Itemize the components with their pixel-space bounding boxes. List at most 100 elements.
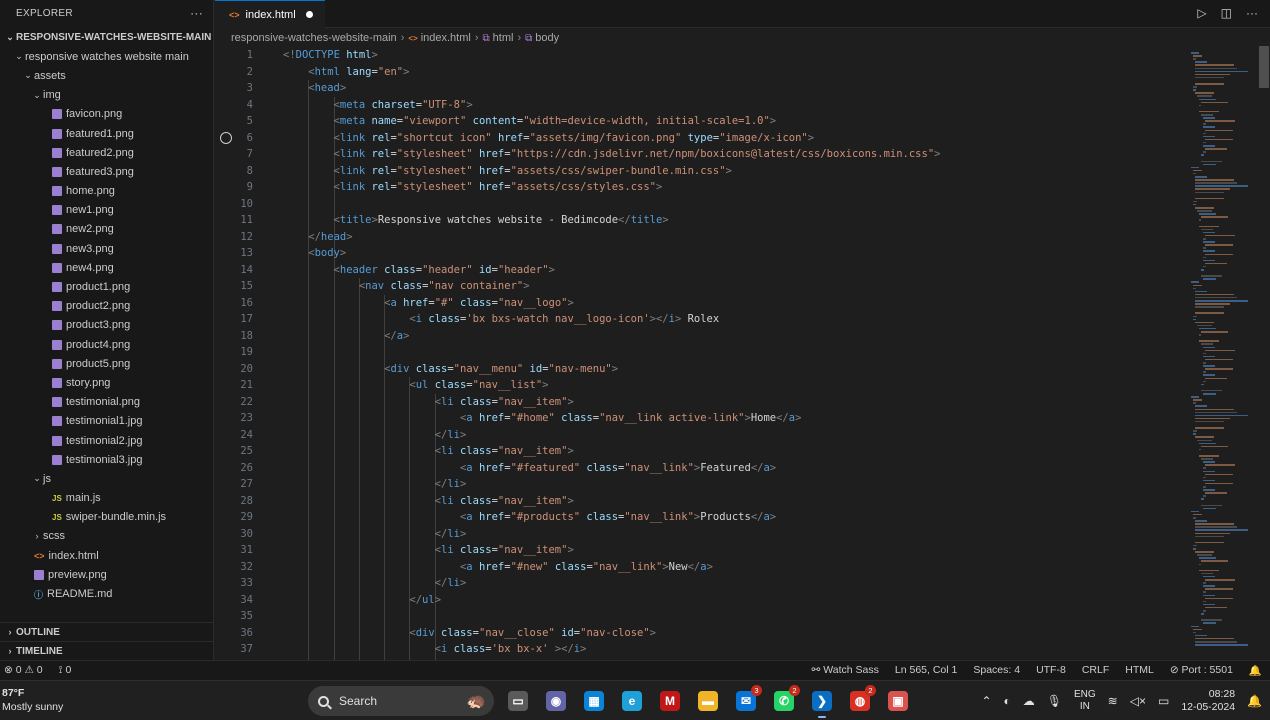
tree-file-item[interactable]: testimonial.png — [0, 393, 213, 412]
encoding[interactable]: UTF-8 — [1036, 664, 1066, 677]
input-language[interactable]: ENG IN — [1074, 689, 1096, 713]
taskbar-mail[interactable]: ✉ 3 — [732, 685, 762, 715]
timeline-section[interactable]: › TIMELINE — [0, 641, 213, 660]
tree-file-item[interactable]: testimonial3.jpg — [0, 450, 213, 469]
code-text: </li> — [435, 526, 467, 543]
tab-index-html[interactable]: <> index.html — [215, 0, 325, 28]
taskbar-mcafee[interactable]: M — [656, 687, 684, 715]
minimap[interactable] — [1185, 46, 1257, 660]
live-server-port[interactable]: ⊘ Port : 5501 — [1170, 664, 1233, 677]
minimap-line — [1203, 600, 1206, 603]
volume-muted-icon[interactable]: ◁× — [1130, 694, 1146, 708]
line-number: 30 — [240, 527, 253, 540]
tree-file-item[interactable]: featured3.png — [0, 162, 213, 181]
code-line: 32 <a href="#new" class="nav__link">New</… — [215, 559, 1185, 576]
tree-item-label: js — [43, 472, 51, 485]
taskbar-whatsapp[interactable]: ✆ 2 — [770, 685, 800, 715]
tree-file-item[interactable]: story.png — [0, 373, 213, 392]
tree-file-item[interactable]: testimonial2.jpg — [0, 431, 213, 450]
code-token: "assets/css/styles.css" — [510, 181, 656, 193]
tree-file-item[interactable]: new3.png — [0, 239, 213, 258]
breadcrumb-symbol-body[interactable]: body — [535, 32, 559, 44]
line-ending[interactable]: CRLF — [1082, 664, 1109, 677]
start-button[interactable] — [270, 687, 298, 715]
taskbar-microsoft-store[interactable]: ▦ — [580, 687, 608, 715]
onedrive-cloud-icon[interactable]: ☁ — [1023, 694, 1035, 708]
taskbar-teams-meet[interactable]: ◉ — [542, 687, 570, 715]
tree-folder-item[interactable]: ⌄ assets — [0, 66, 213, 85]
notification-badge: 3 — [751, 685, 762, 696]
breadcrumb-symbol-html[interactable]: html — [493, 32, 514, 44]
tree-folder-item[interactable]: ⌄ img — [0, 86, 213, 105]
clock[interactable]: 08:28 12-05-2024 — [1181, 688, 1235, 714]
tray-app-icon[interactable]: ◐ — [1004, 694, 1011, 708]
show-hidden-icons-chevron-icon[interactable]: ⌃ — [981, 694, 991, 708]
tree-item-label: testimonial3.jpg — [66, 453, 143, 466]
minimap-line — [1203, 610, 1206, 612]
tree-file-item[interactable]: product1.png — [0, 277, 213, 296]
taskbar-search[interactable]: Search 🦔 — [308, 686, 494, 716]
taskbar-screen-recorder[interactable]: ▣ — [884, 687, 912, 715]
minimap-line — [1199, 455, 1220, 457]
tree-folder-item[interactable]: ⌄ responsive watches website main — [0, 47, 213, 66]
tree-file-item[interactable]: JS main.js — [0, 489, 213, 508]
code-token: a — [466, 560, 479, 573]
tree-file-item[interactable]: home.png — [0, 182, 213, 201]
battery-icon[interactable]: ▭ — [1158, 694, 1169, 708]
taskbar-file-manager-window[interactable]: ▭ — [504, 687, 532, 715]
outline-section[interactable]: › OUTLINE — [0, 622, 213, 641]
split-editor-icon[interactable]: ◫ — [1221, 6, 1232, 20]
minimap-line — [1205, 597, 1233, 600]
tree-file-item[interactable]: ⓘ README.md — [0, 584, 213, 603]
tree-file-item[interactable]: <> index.html — [0, 546, 213, 565]
breadcrumb-file[interactable]: index.html — [421, 32, 471, 44]
minimap-line — [1199, 569, 1220, 572]
taskbar-chrome[interactable]: ◍ 2 — [846, 685, 876, 715]
tree-file-item[interactable]: new1.png — [0, 201, 213, 220]
editor-scrollbar[interactable] — [1259, 46, 1269, 88]
tree-file-item[interactable]: product5.png — [0, 354, 213, 373]
tree-file-item[interactable]: featured1.png — [0, 124, 213, 143]
tree-file-item[interactable]: new4.png — [0, 258, 213, 277]
explorer-more-actions-icon[interactable]: ··· — [190, 6, 203, 20]
ports-indicator[interactable]: ⟟ 0 — [59, 664, 72, 677]
tree-item-label: story.png — [66, 376, 111, 389]
minimap-line — [1203, 380, 1206, 383]
language-mode[interactable]: HTML — [1125, 664, 1154, 677]
breadcrumb-folder[interactable]: responsive-watches-website-main — [231, 32, 397, 44]
tree-file-item[interactable]: product3.png — [0, 316, 213, 335]
notifications-bell-icon[interactable]: 🔔 — [1249, 664, 1262, 677]
minimap-line — [1191, 396, 1200, 398]
watch-sass-button[interactable]: ⚯ Watch Sass — [812, 664, 879, 677]
tree-file-item[interactable]: favicon.png — [0, 105, 213, 124]
tree-file-item[interactable]: product2.png — [0, 297, 213, 316]
tree-folder-item[interactable]: › scss — [0, 527, 213, 546]
code-editor[interactable]: 1 <!DOCTYPE html> 2 <html lang="en"> 3 <head>… — [215, 46, 1185, 660]
indentation[interactable]: Spaces: 4 — [973, 664, 1020, 677]
taskbar-edge-browser[interactable]: e — [618, 687, 646, 715]
png-file-icon — [52, 377, 62, 388]
notification-center-icon[interactable]: 🔔 — [1247, 694, 1262, 708]
microphone-icon[interactable]: 🎙 — [1047, 694, 1062, 708]
run-icon[interactable]: ▷ — [1197, 6, 1206, 20]
tree-file-item[interactable]: new2.png — [0, 220, 213, 239]
taskbar-vs-code[interactable]: ❯ — [808, 687, 836, 718]
tree-file-item[interactable]: preview.png — [0, 565, 213, 584]
cursor-position[interactable]: Ln 565, Col 1 — [895, 664, 957, 677]
tree-file-item[interactable]: featured2.png — [0, 143, 213, 162]
tree-file-item[interactable]: product4.png — [0, 335, 213, 354]
tree-folder-item[interactable]: ⌄ js — [0, 469, 213, 488]
tree-file-item[interactable]: JS swiper-bundle.min.js — [0, 508, 213, 527]
unsaved-dot-icon[interactable] — [305, 11, 313, 18]
more-actions-icon[interactable]: ··· — [1246, 6, 1258, 20]
weather-widget[interactable]: 87°F Mostly sunny — [2, 686, 63, 714]
tree-file-item[interactable]: testimonial1.jpg — [0, 412, 213, 431]
png-file-icon — [52, 435, 62, 446]
breadcrumb-separator: › — [474, 32, 479, 44]
wifi-icon[interactable]: ≋ — [1108, 694, 1118, 708]
problems-indicator[interactable]: ⊗ 0 ⚠ 0 — [4, 664, 43, 677]
minimap-line — [1195, 197, 1225, 200]
tree-folder-item[interactable]: ⌄ RESPONSIVE-WATCHES-WEBSITE-MAIN — [0, 28, 213, 47]
taskbar-file-explorer[interactable]: ▬ — [694, 687, 722, 715]
line-number: 7 — [246, 148, 253, 160]
